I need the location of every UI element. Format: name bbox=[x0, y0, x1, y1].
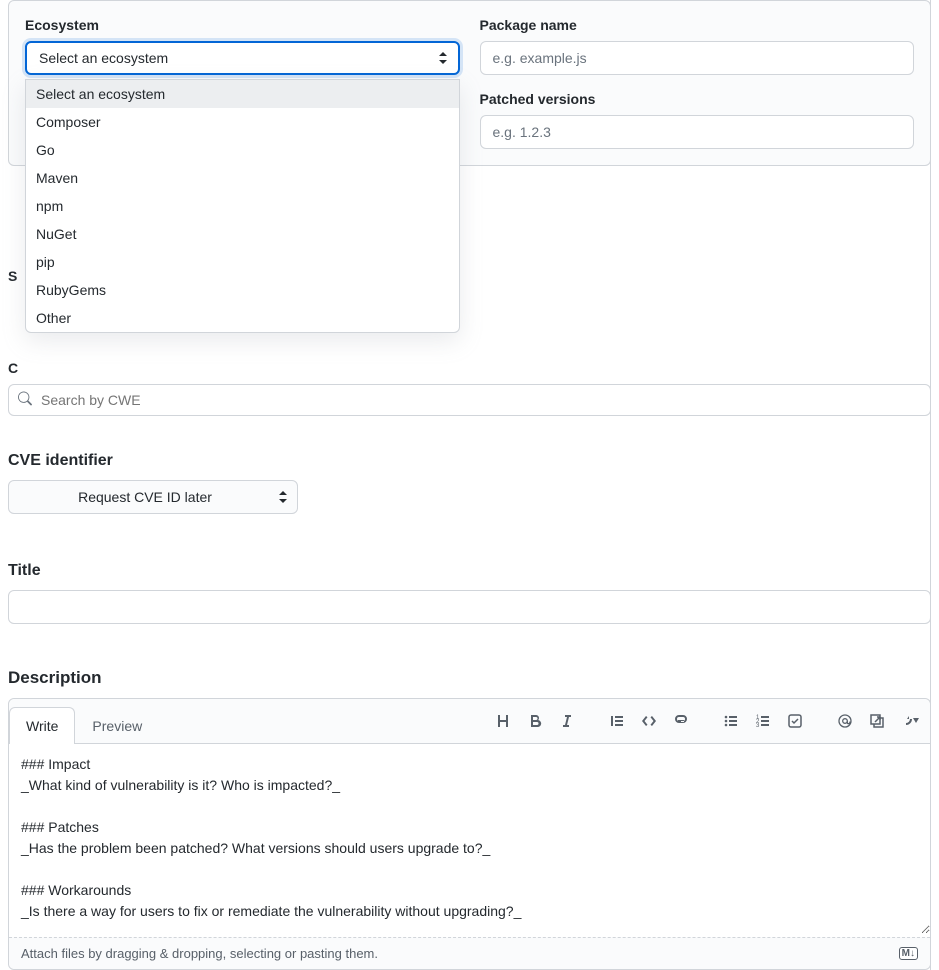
unordered-list-icon[interactable] bbox=[718, 708, 744, 734]
mention-icon[interactable] bbox=[832, 708, 858, 734]
cwe-search-field bbox=[8, 384, 931, 416]
patched-versions-input[interactable] bbox=[480, 115, 915, 149]
cve-section: CVE identifier Request CVE ID later bbox=[8, 452, 931, 514]
editor-toolbar: 123 bbox=[490, 704, 922, 738]
italic-icon[interactable] bbox=[554, 708, 580, 734]
description-section: Description Write Preview 123 bbox=[8, 668, 931, 970]
attach-hint-bar[interactable]: Attach files by dragging & dropping, sel… bbox=[9, 937, 930, 969]
cwe-search-input[interactable] bbox=[8, 384, 931, 416]
ecosystem-option[interactable]: Composer bbox=[26, 108, 459, 136]
ecosystem-option[interactable]: Go bbox=[26, 136, 459, 164]
affected-products-box: Ecosystem Select an ecosystem Select an … bbox=[8, 0, 931, 166]
ecosystem-selected-text: Select an ecosystem bbox=[39, 50, 168, 66]
description-editor: Write Preview 123 bbox=[8, 698, 931, 970]
ecosystem-field: Ecosystem Select an ecosystem Select an … bbox=[25, 17, 460, 75]
title-label: Title bbox=[8, 562, 931, 580]
quote-icon[interactable] bbox=[604, 708, 630, 734]
bold-icon[interactable] bbox=[522, 708, 548, 734]
link-icon[interactable] bbox=[668, 708, 694, 734]
patched-versions-field: Patched versions bbox=[480, 91, 915, 149]
ecosystem-dropdown-list: Select an ecosystemComposerGoMavennpmNuG… bbox=[25, 79, 460, 333]
markdown-badge-icon[interactable]: M↓ bbox=[899, 947, 918, 960]
attach-hint-text: Attach files by dragging & dropping, sel… bbox=[21, 946, 378, 961]
description-label: Description bbox=[8, 668, 931, 688]
reference-icon[interactable] bbox=[864, 708, 890, 734]
title-section: Title bbox=[8, 562, 931, 624]
heading-icon[interactable] bbox=[490, 708, 516, 734]
package-name-label: Package name bbox=[480, 17, 915, 33]
reply-icon[interactable] bbox=[896, 708, 922, 734]
editor-tabbar: Write Preview 123 bbox=[9, 699, 930, 744]
cve-select[interactable]: Request CVE ID later bbox=[8, 480, 298, 514]
tasklist-icon[interactable] bbox=[782, 708, 808, 734]
cve-selected-text: Request CVE ID later bbox=[78, 489, 212, 505]
package-name-input[interactable] bbox=[480, 41, 915, 75]
cve-label: CVE identifier bbox=[8, 452, 931, 470]
ecosystem-option[interactable]: pip bbox=[26, 248, 459, 276]
package-name-field: Package name bbox=[480, 17, 915, 75]
sort-caret-icon bbox=[438, 51, 448, 65]
code-icon[interactable] bbox=[636, 708, 662, 734]
ecosystem-option[interactable]: Other bbox=[26, 304, 459, 332]
tab-preview[interactable]: Preview bbox=[75, 707, 159, 744]
ordered-list-icon[interactable]: 123 bbox=[750, 708, 776, 734]
ecosystem-option[interactable]: Maven bbox=[26, 164, 459, 192]
search-icon bbox=[18, 392, 32, 409]
ecosystem-option[interactable]: npm bbox=[26, 192, 459, 220]
ecosystem-option[interactable]: Select an ecosystem bbox=[26, 80, 459, 108]
obscured-cwe-label: C bbox=[8, 360, 931, 376]
patched-versions-label: Patched versions bbox=[480, 91, 915, 107]
ecosystem-option[interactable]: NuGet bbox=[26, 220, 459, 248]
ecosystem-label: Ecosystem bbox=[25, 17, 460, 33]
title-input[interactable] bbox=[8, 590, 931, 624]
description-textarea[interactable] bbox=[9, 744, 930, 934]
ecosystem-select[interactable]: Select an ecosystem bbox=[25, 41, 460, 75]
ecosystem-option[interactable]: RubyGems bbox=[26, 276, 459, 304]
tab-write[interactable]: Write bbox=[9, 707, 75, 744]
svg-text:3: 3 bbox=[756, 723, 760, 729]
